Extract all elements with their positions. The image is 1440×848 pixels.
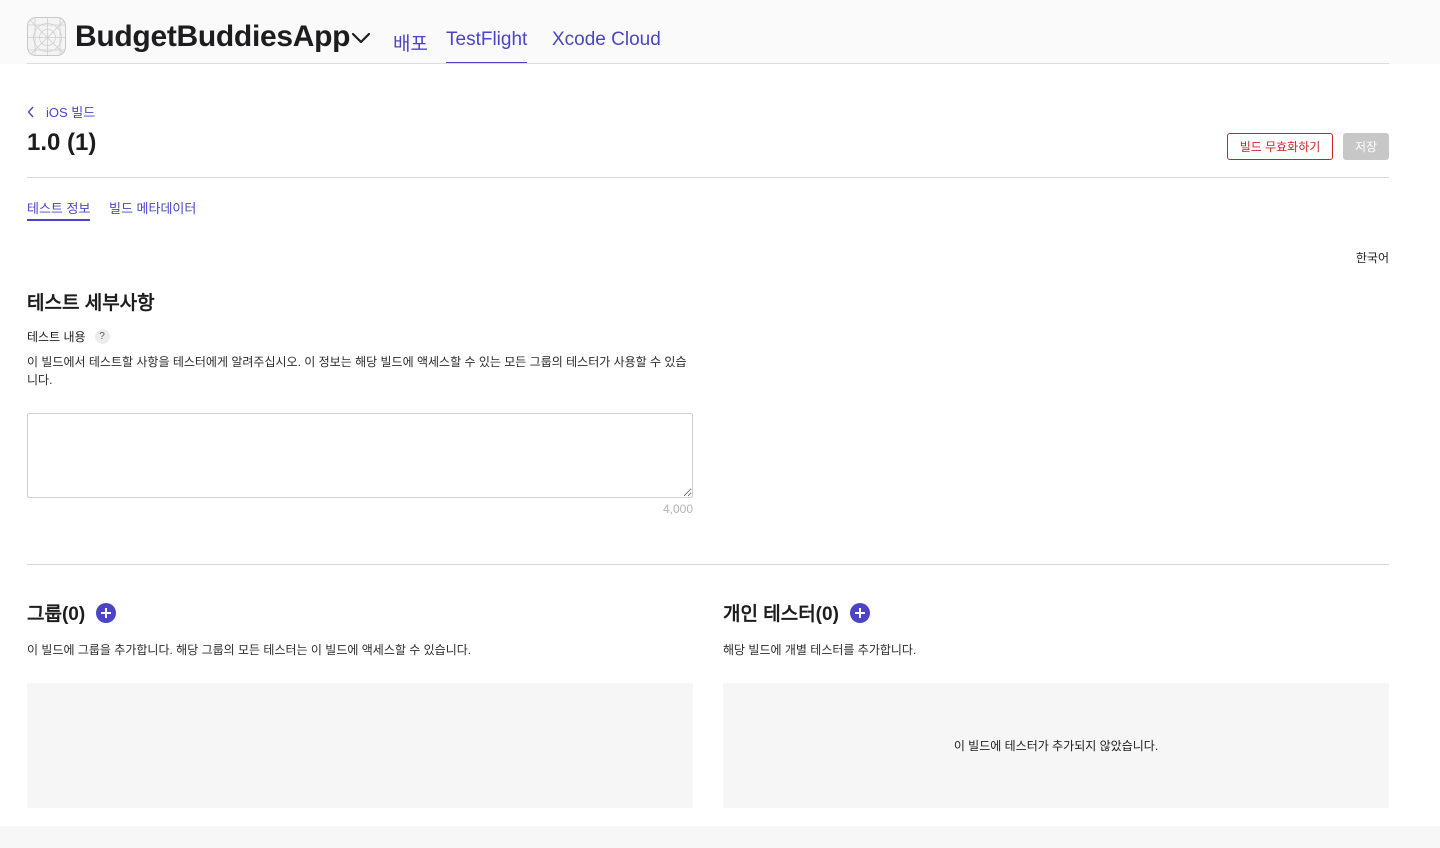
field-label: 테스트 내용 ?	[27, 328, 110, 345]
testers-panel: 이 빌드에 테스터가 추가되지 않았습니다.	[723, 683, 1389, 808]
tab-build-metadata[interactable]: 빌드 메타데이터	[109, 198, 196, 217]
page-title: 1.0 (1)	[27, 129, 97, 156]
back-link-label: iOS 빌드	[46, 105, 96, 120]
help-icon[interactable]: ?	[94, 329, 110, 344]
chevron-left-icon	[27, 106, 34, 117]
tab-distribution[interactable]: 배포	[393, 29, 428, 56]
chevron-down-icon[interactable]	[350, 30, 372, 46]
testers-header: 개인 테스터(0)	[723, 599, 870, 626]
groups-title: 그룹(0)	[27, 604, 86, 625]
divider	[27, 564, 1389, 565]
tab-testflight[interactable]: TestFlight	[446, 29, 528, 64]
expire-build-button[interactable]: 빌드 무효화하기	[1227, 133, 1333, 160]
testers-description: 해당 빌드에 개별 테스터를 추가합니다.	[723, 643, 917, 657]
groups-header: 그룹(0)	[27, 599, 117, 626]
back-link[interactable]: iOS 빌드	[27, 102, 95, 121]
add-group-button[interactable]	[96, 602, 117, 623]
divider	[27, 177, 1389, 178]
add-tester-button[interactable]	[849, 602, 870, 623]
field-description: 이 빌드에서 테스트할 사항을 테스터에게 알려주십시오. 이 정보는 해당 빌…	[27, 355, 687, 387]
divider	[27, 63, 1389, 64]
char-count: 4,000	[662, 502, 693, 516]
footer	[0, 826, 1440, 848]
field-label-text: 테스트 내용	[27, 330, 86, 344]
save-button[interactable]: 저장	[1343, 133, 1389, 160]
testers-empty-text: 이 빌드에 테스터가 추가되지 않았습니다.	[953, 739, 1159, 753]
app-icon[interactable]	[27, 17, 66, 56]
testers-title: 개인 테스터(0)	[723, 604, 839, 625]
groups-panel	[27, 683, 693, 808]
tab-xcode-cloud[interactable]: Xcode Cloud	[552, 29, 661, 51]
language-selector[interactable]: 한국어	[1356, 249, 1389, 266]
test-notes-input[interactable]	[27, 413, 693, 498]
tab-test-info[interactable]: 테스트 정보	[27, 198, 91, 221]
top-bar: BudgetBuddiesApp 배포 TestFlight Xcode Clo…	[0, 0, 1440, 64]
groups-description: 이 빌드에 그룹을 추가합니다. 해당 그룹의 모든 테스터는 이 빌드에 액세…	[27, 643, 472, 657]
app-name[interactable]: BudgetBuddiesApp	[75, 20, 350, 54]
section-title: 테스트 세부사항	[27, 293, 155, 314]
